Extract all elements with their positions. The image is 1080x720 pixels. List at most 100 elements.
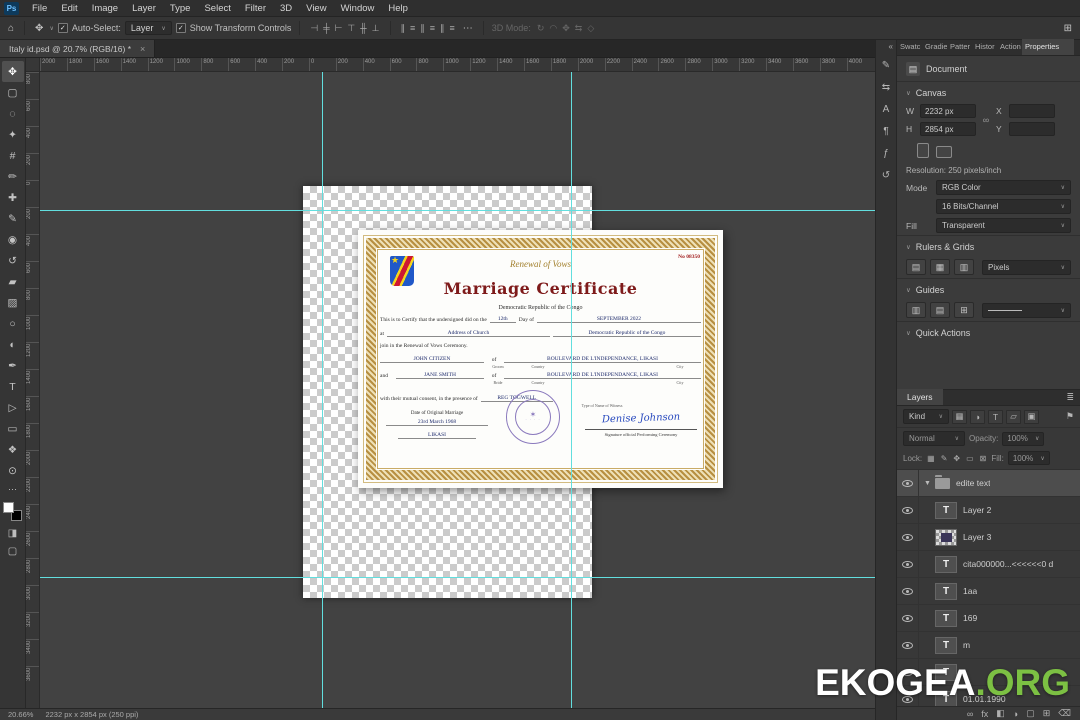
layer-row[interactable]: ▼ 169 <box>897 605 1080 632</box>
character-icon[interactable]: A <box>877 102 895 117</box>
lock-all-icon[interactable]: ⊠ <box>979 454 988 463</box>
fill-field[interactable]: 100% ∨ <box>1007 451 1050 465</box>
workspace-switcher-icon[interactable]: ⊞ <box>1062 23 1074 34</box>
eraser-tool[interactable]: ▰ <box>2 271 24 292</box>
align-left-icon[interactable]: ⊣ <box>308 23 320 34</box>
pen-tool[interactable]: ✒ <box>2 355 24 376</box>
portrait-orientation-icon[interactable] <box>917 143 929 158</box>
ruler-icon[interactable]: ▤ <box>906 259 926 275</box>
align-center-v-icon[interactable]: ╫ <box>358 23 368 34</box>
path-selection-tool[interactable]: ▷ <box>2 397 24 418</box>
panel-tab[interactable]: Gradie <box>922 39 947 55</box>
clear-guides-icon[interactable]: ⊞ <box>954 302 974 318</box>
type-tool[interactable]: T <box>2 376 24 397</box>
menu-item[interactable]: Help <box>381 2 415 15</box>
blend-mode-dropdown[interactable]: Normal ∨ <box>903 431 965 446</box>
visibility-toggle[interactable] <box>897 497 919 523</box>
link-dimensions-icon[interactable]: ∞ <box>979 115 993 125</box>
menu-item[interactable]: 3D <box>273 2 299 15</box>
panel-tab[interactable]: Patter <box>947 39 972 55</box>
link-layers-icon[interactable]: ∞ <box>967 709 973 719</box>
menu-item[interactable]: File <box>25 2 54 15</box>
layer-row[interactable]: ▼ cita000000...<<<<<<0 d <box>897 551 1080 578</box>
libraries-icon[interactable]: ⇆ <box>877 80 895 95</box>
lock-paint-icon[interactable]: ✎ <box>940 454 949 463</box>
visibility-toggle[interactable] <box>897 578 919 604</box>
align-top-icon[interactable]: ⊤ <box>345 23 357 34</box>
quick-mask-icon[interactable]: ◨ <box>8 524 17 542</box>
visibility-toggle[interactable] <box>897 524 919 550</box>
y-field[interactable] <box>1009 122 1055 136</box>
move-tool[interactable]: ✥ <box>1 61 24 82</box>
filter-type-icon[interactable]: T <box>988 409 1003 424</box>
document-info[interactable]: 2232 px x 2854 px (250 ppi) <box>45 710 138 719</box>
visibility-toggle[interactable] <box>897 470 919 496</box>
gradient-tool[interactable]: ▨ <box>2 292 24 313</box>
distribute-vertical-icon[interactable]: ∥ <box>399 23 408 34</box>
lock-transparency-icon[interactable]: ▦ <box>926 454 936 463</box>
quick-actions-section-header[interactable]: ∨ Quick Actions <box>897 321 1080 342</box>
horizontal-guide[interactable] <box>40 577 875 578</box>
canvas-fill-dropdown[interactable]: Transparent ∨ <box>936 218 1071 233</box>
panel-menu-icon[interactable]: ≣ <box>1066 392 1080 405</box>
filter-smart-object-icon[interactable]: ▣ <box>1024 409 1039 424</box>
top-ruler[interactable]: 2000 1800 1600 1400 1200 1000 800 600 400 200 0 200… <box>40 58 875 72</box>
history-icon[interactable]: ↺ <box>877 168 895 183</box>
menu-item[interactable]: Type <box>163 2 198 15</box>
panel-tab[interactable]: Action <box>997 39 1022 55</box>
shape-tool[interactable]: ▭ <box>2 418 24 439</box>
visibility-toggle[interactable] <box>897 605 919 631</box>
more-options-icon[interactable]: ⋯ <box>461 23 475 34</box>
bit-depth-dropdown[interactable]: 16 Bits/Channel ∨ <box>936 199 1071 214</box>
glyphs-icon[interactable]: ƒ <box>877 146 895 161</box>
crop-tool[interactable]: # <box>2 145 24 166</box>
distribute-horizontal-icon[interactable]: ≡ <box>408 23 417 34</box>
adjustment-layer-icon[interactable]: ◑ <box>1013 709 1018 719</box>
horizontal-guide[interactable] <box>40 210 875 211</box>
paragraph-icon[interactable]: ¶ <box>877 124 895 139</box>
foreground-color-swatch[interactable] <box>3 502 14 513</box>
grid-icon[interactable]: ▦ <box>930 259 950 275</box>
certificate-image[interactable]: ★ Renewal of Vows No 08350 Marriage Cert… <box>358 230 723 488</box>
lasso-tool[interactable]: ◌ <box>2 103 24 124</box>
screen-mode-icon[interactable]: ▢ <box>8 542 17 560</box>
layer-row[interactable]: ▼ Layer 2 <box>897 497 1080 524</box>
zoom-tool[interactable]: ⊙ <box>2 460 24 481</box>
delete-layer-icon[interactable]: ⌫ <box>1058 708 1071 719</box>
landscape-orientation-icon[interactable] <box>936 146 952 158</box>
panel-tab[interactable]: Histor <box>972 39 997 55</box>
eyedropper-tool[interactable]: ✏ <box>2 166 24 187</box>
canvas[interactable]: ★ Renewal of Vows No 08350 Marriage Cert… <box>40 72 875 708</box>
collapse-panels-icon[interactable]: « <box>889 42 896 51</box>
auto-select-dropdown[interactable]: Layer ∨ <box>124 21 172 35</box>
units-dropdown[interactable]: Pixels ∨ <box>982 259 1071 275</box>
marquee-tool[interactable]: ▢ <box>2 82 24 103</box>
tool-preset-chevron-icon[interactable]: ∨ <box>49 25 53 32</box>
more-tools-icon[interactable]: ⋯ <box>8 484 17 495</box>
new-group-icon[interactable]: ▢ <box>1026 708 1035 719</box>
new-layer-icon[interactable]: ⊞ <box>1043 708 1051 719</box>
filter-toggle-icon[interactable]: ⚑ <box>1066 411 1074 422</box>
canvas-section-header[interactable]: ∨ Canvas <box>897 81 1080 102</box>
layer-effects-icon[interactable]: fx <box>981 709 988 719</box>
layer-row[interactable]: ▼ Layer 3 <box>897 524 1080 551</box>
vertical-guide[interactable] <box>322 72 323 708</box>
hand-tool[interactable]: ❖ <box>2 439 24 460</box>
document-tab[interactable]: Italy id.psd @ 20.7% (RGB/16) * × <box>0 40 156 57</box>
layer-mask-icon[interactable]: ◧ <box>996 708 1005 719</box>
menu-item[interactable]: Window <box>334 2 382 15</box>
home-icon[interactable]: ⌂ <box>6 23 16 34</box>
opacity-field[interactable]: 100% ∨ <box>1002 431 1045 446</box>
dodge-tool[interactable]: ◐ <box>2 334 24 355</box>
distribute-right-icon[interactable]: ∥ <box>438 23 447 34</box>
color-mode-dropdown[interactable]: RGB Color ∨ <box>936 180 1071 195</box>
quick-selection-tool[interactable]: ✦ <box>2 124 24 145</box>
healing-brush-tool[interactable]: ✚ <box>2 187 24 208</box>
menu-item[interactable]: Filter <box>238 2 273 15</box>
align-center-h-icon[interactable]: ╪ <box>321 23 331 34</box>
panel-tab[interactable]: Properties <box>1022 39 1074 55</box>
align-bottom-icon[interactable]: ⊥ <box>370 23 382 34</box>
guides-section-header[interactable]: ∨ Guides <box>897 278 1080 299</box>
auto-select-checkbox[interactable]: ✓ <box>57 23 68 33</box>
visibility-toggle[interactable] <box>897 632 919 658</box>
